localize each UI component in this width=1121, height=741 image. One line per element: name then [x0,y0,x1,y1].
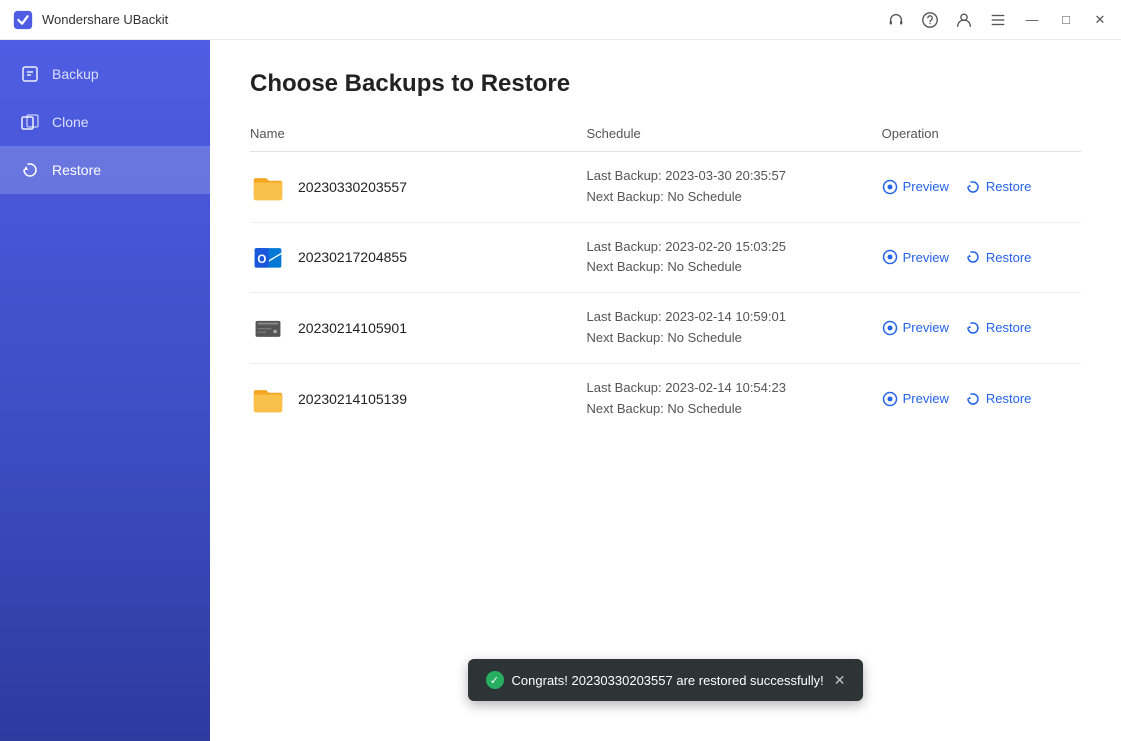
preview-icon-1 [882,249,898,265]
restore-btn-icon-1 [965,249,981,265]
row-icon-0 [250,169,286,205]
headset-icon[interactable] [887,11,905,29]
toast-notification: ✓ Congrats! 20230330203557 are restored … [468,659,864,701]
operation-cell-0: Preview Restore [882,152,1081,223]
row-icon-1: O O [250,239,286,275]
operation-cell-2: Preview Restore [882,293,1081,364]
sidebar-item-restore[interactable]: Restore [0,146,210,194]
next-backup-1: Next Backup: No Schedule [586,257,861,278]
name-cell-2: 20230214105901 [250,293,586,364]
restore-button-2[interactable]: Restore [965,320,1032,336]
restore-btn-icon-2 [965,320,981,336]
maximize-button[interactable]: □ [1057,11,1075,29]
restore-button-1[interactable]: Restore [965,249,1032,265]
preview-button-3[interactable]: Preview [882,391,949,407]
menu-icon[interactable] [989,11,1007,29]
col-operation: Operation [882,126,1081,152]
name-cell-3: 20230214105139 [250,363,586,433]
preview-icon-3 [882,391,898,407]
operation-cell-3: Preview Restore [882,363,1081,433]
row-name-3: 20230214105139 [298,391,407,407]
schedule-cell-1: Last Backup: 2023-02-20 15:03:25 Next Ba… [586,222,881,293]
next-backup-0: Next Backup: No Schedule [586,187,861,208]
clone-icon [20,112,40,132]
toast-message: Congrats! 20230330203557 are restored su… [512,673,824,688]
preview-button-0[interactable]: Preview [882,179,949,195]
backup-icon [20,64,40,84]
last-backup-3: Last Backup: 2023-02-14 10:54:23 [586,378,861,399]
titlebar-left: Wondershare UBackit [0,9,168,31]
help-icon[interactable] [921,11,939,29]
sidebar-item-backup[interactable]: Backup [0,50,210,98]
svg-text:O: O [257,255,266,267]
last-backup-0: Last Backup: 2023-03-30 20:35:57 [586,166,861,187]
app-logo [12,9,34,31]
sidebar-backup-label: Backup [52,66,99,82]
row-name-1: 20230217204855 [298,249,407,265]
preview-button-2[interactable]: Preview [882,320,949,336]
schedule-cell-2: Last Backup: 2023-02-14 10:59:01 Next Ba… [586,293,881,364]
last-backup-2: Last Backup: 2023-02-14 10:59:01 [586,307,861,328]
table-row: O O 20230217204855 Last Backup: 2023-02-… [250,222,1081,293]
operation-cell-1: Preview Restore [882,222,1081,293]
col-schedule: Schedule [586,126,881,152]
schedule-cell-0: Last Backup: 2023-03-30 20:35:57 Next Ba… [586,152,881,223]
app-title: Wondershare UBackit [42,12,168,27]
content-area: Choose Backups to Restore Name Schedule … [210,40,1121,741]
name-cell-1: O O 20230217204855 [250,222,586,293]
sidebar-item-clone[interactable]: Clone [0,98,210,146]
backup-table: Name Schedule Operation 20230330203557 L… [250,126,1081,433]
titlebar: Wondershare UBackit [0,0,1121,40]
user-icon[interactable] [955,11,973,29]
row-name-2: 20230214105901 [298,320,407,336]
restore-icon [20,160,40,180]
main-layout: Backup Clone Restore Choose Backups to R… [0,40,1121,741]
table-row: 20230214105139 Last Backup: 2023-02-14 1… [250,363,1081,433]
name-cell-0: 20230330203557 [250,152,586,223]
toast-close-button[interactable]: ✕ [834,673,846,687]
row-icon-3 [250,381,286,417]
sidebar: Backup Clone Restore [0,40,210,741]
close-button[interactable]: ✕ [1091,11,1109,29]
titlebar-controls: — □ ✕ [887,11,1109,29]
table-row: 20230214105901 Last Backup: 2023-02-14 1… [250,293,1081,364]
toast-check-icon: ✓ [486,671,504,689]
next-backup-2: Next Backup: No Schedule [586,328,861,349]
minimize-button[interactable]: — [1023,11,1041,29]
next-backup-3: Next Backup: No Schedule [586,399,861,420]
restore-btn-icon-3 [965,391,981,407]
sidebar-restore-label: Restore [52,162,101,178]
preview-icon-0 [882,179,898,195]
schedule-cell-3: Last Backup: 2023-02-14 10:54:23 Next Ba… [586,363,881,433]
restore-button-0[interactable]: Restore [965,179,1032,195]
row-name-0: 20230330203557 [298,179,407,195]
preview-icon-2 [882,320,898,336]
toast-left: ✓ Congrats! 20230330203557 are restored … [486,671,824,689]
page-title: Choose Backups to Restore [250,70,1081,98]
restore-button-3[interactable]: Restore [965,391,1032,407]
preview-button-1[interactable]: Preview [882,249,949,265]
table-header-row: Name Schedule Operation [250,126,1081,152]
col-name: Name [250,126,586,152]
sidebar-clone-label: Clone [52,114,89,130]
restore-btn-icon-0 [965,179,981,195]
last-backup-1: Last Backup: 2023-02-20 15:03:25 [586,237,861,258]
row-icon-2 [250,310,286,346]
table-row: 20230330203557 Last Backup: 2023-03-30 2… [250,152,1081,223]
